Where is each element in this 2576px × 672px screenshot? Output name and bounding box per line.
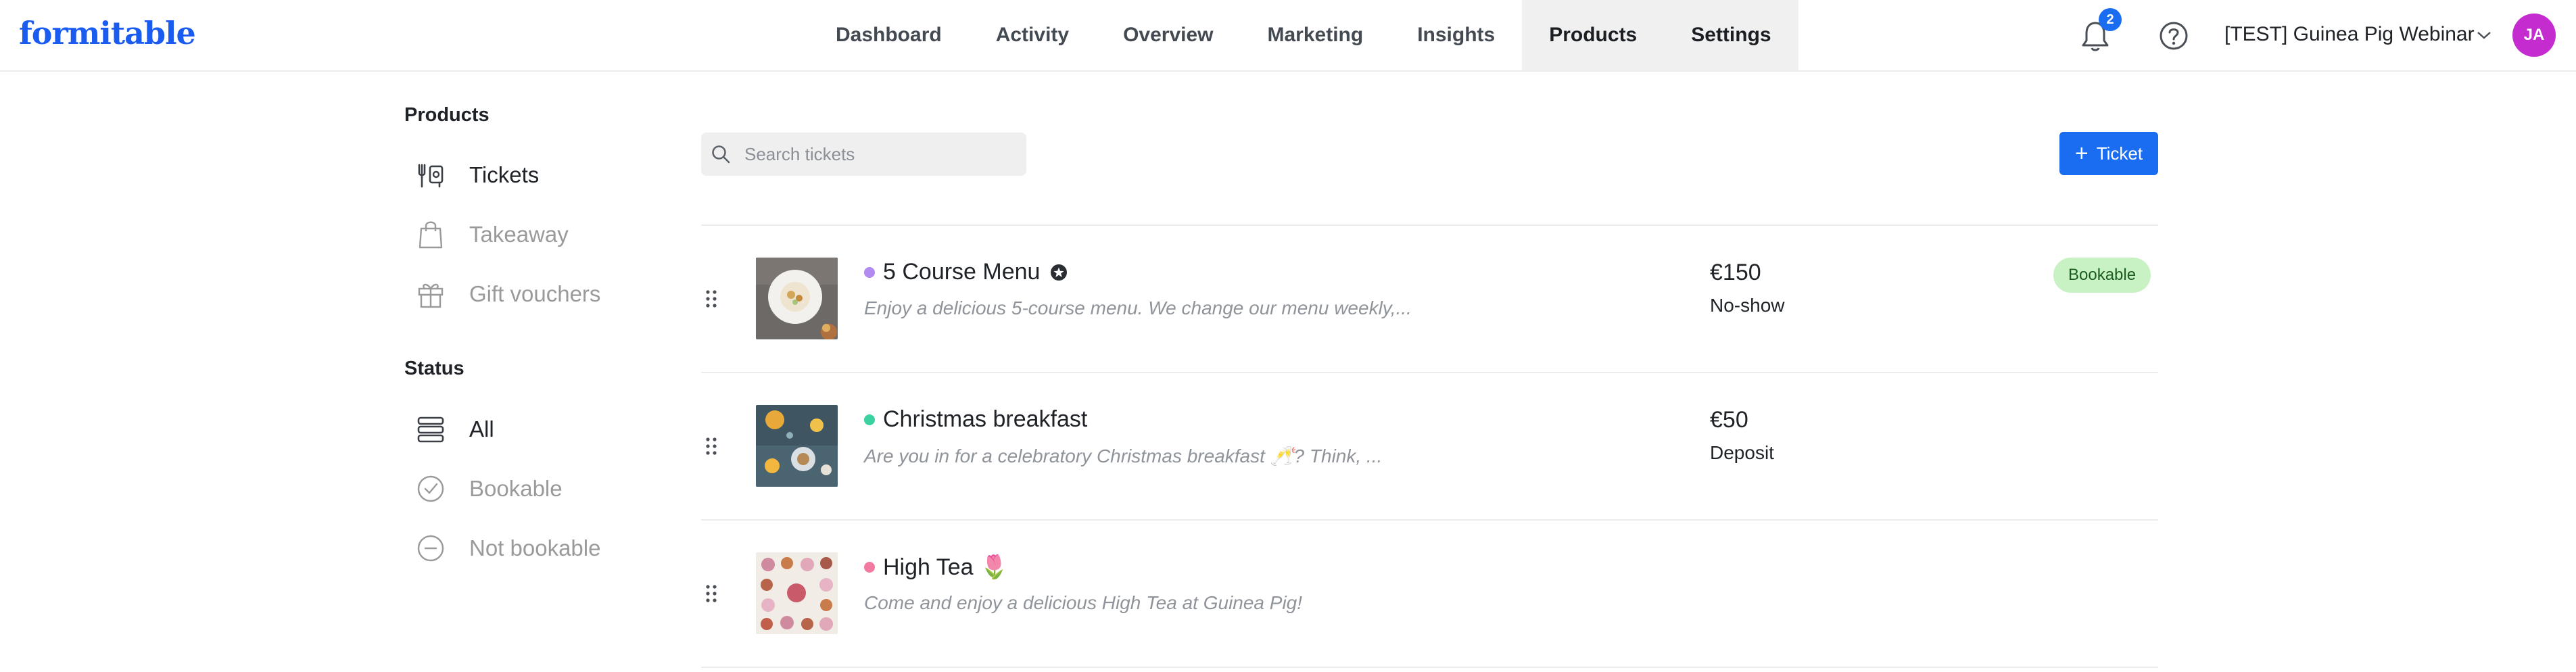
ticket-price: €150 — [1710, 260, 1761, 285]
nav-marketing[interactable]: Marketing — [1241, 0, 1391, 70]
nav-settings[interactable]: Settings — [1664, 0, 1798, 70]
notification-badge: 2 — [2099, 8, 2122, 31]
sidebar-item-tickets[interactable]: Tickets — [414, 155, 539, 195]
chevron-down-icon[interactable] — [2476, 28, 2492, 42]
nav-dashboard[interactable]: Dashboard — [809, 0, 969, 70]
ticket-color-dot — [864, 562, 875, 573]
status-heading: Status — [404, 358, 464, 379]
bag-icon — [414, 218, 448, 251]
nav-overview[interactable]: Overview — [1096, 0, 1240, 70]
search-box[interactable] — [701, 133, 1026, 176]
sidebar-item-label: All — [469, 416, 494, 441]
status-badge: Bookable — [2053, 258, 2151, 293]
products-heading: Products — [404, 104, 490, 126]
ticket-name[interactable]: High Tea 🌷 — [883, 554, 1008, 581]
ticket-color-dot — [864, 266, 875, 278]
drag-handle-icon[interactable] — [701, 580, 721, 607]
table-row[interactable]: 5 Course Menu Enjoy a delicious 5-course… — [701, 226, 2158, 372]
ticket-name[interactable]: Christmas breakfast — [883, 406, 1087, 433]
ticket-name-line: High Tea 🌷 — [864, 554, 1008, 581]
ticket-price: €50 — [1710, 407, 1748, 433]
plus-icon: + — [2074, 141, 2089, 166]
sidebar-item-label: Not bookable — [469, 535, 601, 560]
minus-circle-icon — [414, 531, 448, 565]
org-switcher-label[interactable]: [TEST] Guinea Pig Webinar — [2224, 23, 2475, 46]
add-ticket-label: Ticket — [2096, 143, 2143, 164]
ticket-name[interactable]: 5 Course Menu — [883, 259, 1040, 285]
ticket-price-type: No-show — [1710, 295, 1785, 316]
help-icon[interactable] — [2159, 21, 2189, 51]
search-icon — [712, 145, 730, 164]
drag-handle-icon[interactable] — [701, 285, 721, 312]
add-ticket-button[interactable]: + Ticket — [2059, 132, 2158, 175]
nav-insights[interactable]: Insights — [1390, 0, 1522, 70]
list-divider — [701, 667, 2158, 668]
ticket-name-line: Christmas breakfast — [864, 406, 1087, 433]
ticket-description: Are you in for a celebratory Christmas b… — [864, 446, 1383, 466]
sidebar-item-label: Bookable — [469, 476, 563, 501]
star-badge-icon — [1051, 264, 1068, 281]
sidebar-item-all[interactable]: All — [414, 409, 494, 450]
nav-products[interactable]: Products — [1522, 0, 1665, 70]
ticket-description: Come and enjoy a delicious High Tea at G… — [864, 592, 1303, 613]
ticket-description: Enjoy a delicious 5-course menu. We chan… — [864, 297, 1412, 318]
ticket-thumbnail — [756, 405, 838, 487]
sidebar-item-bookable[interactable]: Bookable — [414, 469, 563, 509]
sidebar-item-takeaway[interactable]: Takeaway — [414, 214, 569, 255]
ticket-color-dot — [864, 414, 875, 425]
sidebar-item-label: Tickets — [469, 162, 540, 187]
main-nav: Dashboard Activity Overview Marketing In… — [809, 0, 1798, 70]
ticket-name-line: 5 Course Menu — [864, 259, 1068, 285]
stack-icon — [414, 412, 448, 446]
nav-activity[interactable]: Activity — [969, 0, 1096, 70]
drag-handle-icon[interactable] — [701, 433, 721, 460]
ticket-price-type: Deposit — [1710, 442, 1774, 463]
avatar[interactable]: JA — [2512, 14, 2556, 57]
ticket-thumbnail — [756, 552, 838, 634]
check-circle-icon — [414, 472, 448, 506]
search-input[interactable] — [743, 143, 1016, 166]
sidebar-item-label: Takeaway — [469, 222, 569, 247]
logo[interactable]: formitable — [19, 15, 196, 51]
ticket-icon — [414, 158, 448, 192]
table-row[interactable]: High Tea 🌷 Come and enjoy a delicious Hi… — [701, 521, 2158, 667]
gift-icon — [414, 277, 448, 311]
table-row[interactable]: Christmas breakfast Are you in for a cel… — [701, 373, 2158, 519]
ticket-thumbnail — [756, 258, 838, 339]
sidebar-item-gift-vouchers[interactable]: Gift vouchers — [414, 274, 600, 314]
sidebar-item-label: Gift vouchers — [469, 281, 601, 306]
top-bar: formitable Dashboard Activity Overview M… — [0, 0, 2576, 72]
sidebar-item-not-bookable[interactable]: Not bookable — [414, 528, 600, 569]
